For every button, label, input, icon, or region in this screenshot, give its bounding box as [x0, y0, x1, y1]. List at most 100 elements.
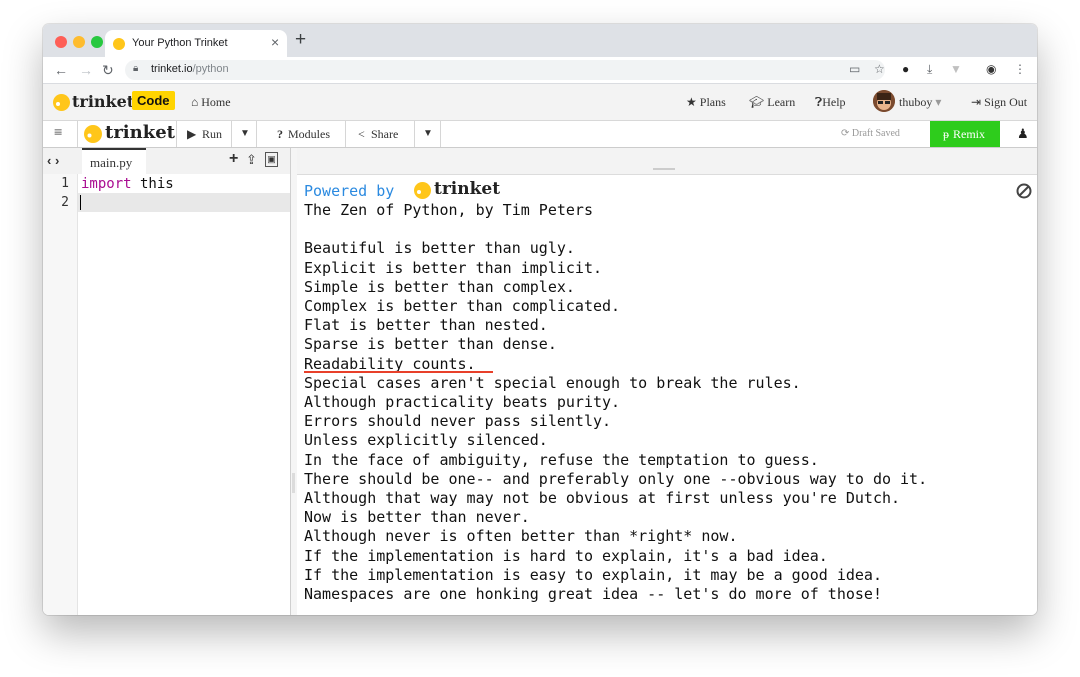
output-line: If the implementation is hard to explain…: [304, 546, 828, 565]
username: thuboy: [899, 95, 933, 109]
trinket-home-button[interactable]: trinket: [78, 121, 177, 147]
url-host: trinket.io: [151, 63, 193, 75]
user-menu[interactable]: thuboy ▾: [899, 95, 941, 110]
output-resize-grip[interactable]: [653, 168, 675, 170]
share-icon: <: [358, 127, 365, 141]
editor-toolbar: ≡ trinket ▶ Run ▼ ? Modules < Share ▼ ⟳ …: [43, 121, 1037, 148]
user-button[interactable]: ♟: [1007, 121, 1037, 147]
caret-down-icon: ▼: [240, 128, 250, 139]
cast-icon[interactable]: ▭: [849, 62, 860, 76]
forward-arrow-icon[interactable]: →: [79, 62, 93, 78]
code-line-1: import this: [81, 176, 174, 192]
trinket-logo-icon: [414, 182, 431, 199]
reload-icon[interactable]: ↻: [102, 62, 114, 79]
line-number: 1: [61, 176, 69, 191]
browser-tabstrip: Your Python Trinket × +: [43, 24, 1037, 57]
output-line: Although that way may not be obvious at …: [304, 489, 901, 507]
trinket-favicon-icon: [113, 38, 125, 50]
modules-label: Modules: [288, 127, 330, 141]
share-button[interactable]: < Share: [346, 121, 415, 147]
profile-icon[interactable]: ◉: [986, 62, 996, 76]
learn-link[interactable]: 🎓︎ Learn: [749, 95, 795, 110]
resize-grip: [292, 473, 295, 493]
browser-tab[interactable]: Your Python Trinket ×: [105, 30, 287, 57]
code-module: this: [131, 176, 174, 192]
active-line-highlight: [78, 193, 290, 212]
menu-button[interactable]: ≡: [43, 121, 78, 147]
output-line: In the face of ambiguity, refuse the tem…: [304, 450, 819, 469]
hamburger-icon: ≡: [54, 125, 63, 141]
code-keyword: import: [81, 176, 132, 192]
new-tab-button[interactable]: +: [295, 29, 306, 51]
run-options-dropdown[interactable]: ▼: [232, 121, 257, 147]
url-input[interactable]: 🔒︎ trinket.io/python: [125, 60, 885, 80]
sign-out-icon: ⇥: [971, 95, 985, 109]
home-icon: ⌂: [191, 95, 202, 109]
editor-panel: ‹ › main.py + ⇪ ▣ 1 2 import this: [43, 148, 291, 615]
close-window-button[interactable]: [55, 36, 67, 48]
question-icon: ?: [277, 127, 283, 141]
minimize-window-button[interactable]: [73, 36, 85, 48]
output-line: Special cases aren't special enough to b…: [304, 373, 801, 392]
line-number: 2: [61, 195, 69, 210]
remix-button[interactable]: ᵽ Remix: [930, 121, 1000, 147]
draft-saved-status: ⟳ Draft Saved: [841, 128, 900, 139]
add-file-icon[interactable]: +: [229, 150, 238, 168]
output-line: Explicit is better than implicit.: [304, 258, 603, 277]
trinket-logo-icon: [53, 94, 70, 111]
github-extension-icon[interactable]: ●: [902, 62, 909, 76]
browser-window: Your Python Trinket × + ← → ↻ 🔒︎ trinket…: [43, 24, 1037, 615]
back-arrow-icon[interactable]: ←: [54, 62, 68, 78]
output-line: Now is better than never.: [304, 508, 530, 527]
play-icon: ▶: [187, 127, 197, 141]
remix-label: Remix: [953, 127, 985, 141]
file-tabs-bar: ‹ › main.py + ⇪ ▣: [43, 148, 290, 175]
caret-down-icon: ▾: [932, 95, 942, 109]
trinket-top-nav: trinket Code ⌂ Home ★ Plans 🎓︎ Learn ❓︎H…: [43, 84, 1037, 121]
text-cursor: [80, 195, 81, 210]
output-line: The Zen of Python, by Tim Peters: [304, 201, 593, 219]
plans-link[interactable]: ★ Plans: [686, 95, 726, 110]
output-line: Beautiful is better than ugly.: [304, 239, 575, 258]
draft-saved-label: Draft Saved: [851, 128, 900, 139]
help-link[interactable]: ❓︎Help: [815, 95, 846, 110]
stop-icon[interactable]: [1016, 183, 1032, 199]
share-options-dropdown[interactable]: ▼: [415, 121, 441, 147]
output-line: Although practicality beats purity.: [304, 393, 621, 411]
upload-file-icon[interactable]: ⇪: [246, 152, 257, 168]
toggle-files-icon[interactable]: ‹ ›: [47, 153, 59, 168]
url-text: trinket.io/python: [151, 63, 229, 75]
output-line: Unless explicitly silenced.: [304, 431, 548, 450]
output-line: There should be one-- and preferably onl…: [304, 469, 928, 488]
remix-icon: ᵽ: [943, 127, 949, 141]
run-button[interactable]: ▶ Run: [177, 121, 232, 147]
spellcheck-underline: [304, 371, 493, 373]
output-header-bar: [297, 148, 1037, 175]
modules-button[interactable]: ? Modules: [257, 121, 346, 147]
brand-name: trinket: [72, 92, 135, 111]
maximize-window-button[interactable]: [91, 36, 103, 48]
chrome-menu-icon[interactable]: ⋮: [1014, 62, 1026, 76]
learn-label: Learn: [767, 95, 796, 109]
star-icon: ★: [686, 95, 700, 109]
sign-out-link[interactable]: ⇥ Sign Out: [971, 95, 1027, 110]
vue-extension-icon[interactable]: ▼: [950, 62, 962, 76]
file-tab-label: main.py: [90, 155, 133, 170]
user-avatar[interactable]: [873, 90, 895, 112]
graduation-cap-icon: 🎓︎: [749, 95, 768, 109]
home-link[interactable]: ⌂ Home: [191, 95, 231, 110]
bookmark-star-icon[interactable]: ☆: [874, 62, 885, 76]
address-bar: ← → ↻ 🔒︎ trinket.io/python ▭ ☆ ● ⤓ ▼ ◉ ⋮: [43, 57, 1037, 84]
file-tab-main-py[interactable]: main.py: [82, 148, 146, 174]
powered-by-label: Powered by: [304, 182, 395, 200]
url-path: /python: [192, 63, 229, 75]
output-line: If the implementation is easy to explain…: [304, 565, 882, 584]
output-line: Flat is better than nested.: [304, 316, 548, 335]
sign-out-label: Sign Out: [984, 95, 1028, 109]
download-icon[interactable]: ⤓: [927, 62, 932, 77]
code-editor[interactable]: import this: [78, 174, 290, 615]
image-upload-icon[interactable]: ▣: [265, 152, 278, 167]
help-label: Help: [822, 95, 846, 109]
caret-down-icon: ▼: [423, 128, 433, 139]
tab-close-icon[interactable]: ×: [271, 34, 279, 50]
